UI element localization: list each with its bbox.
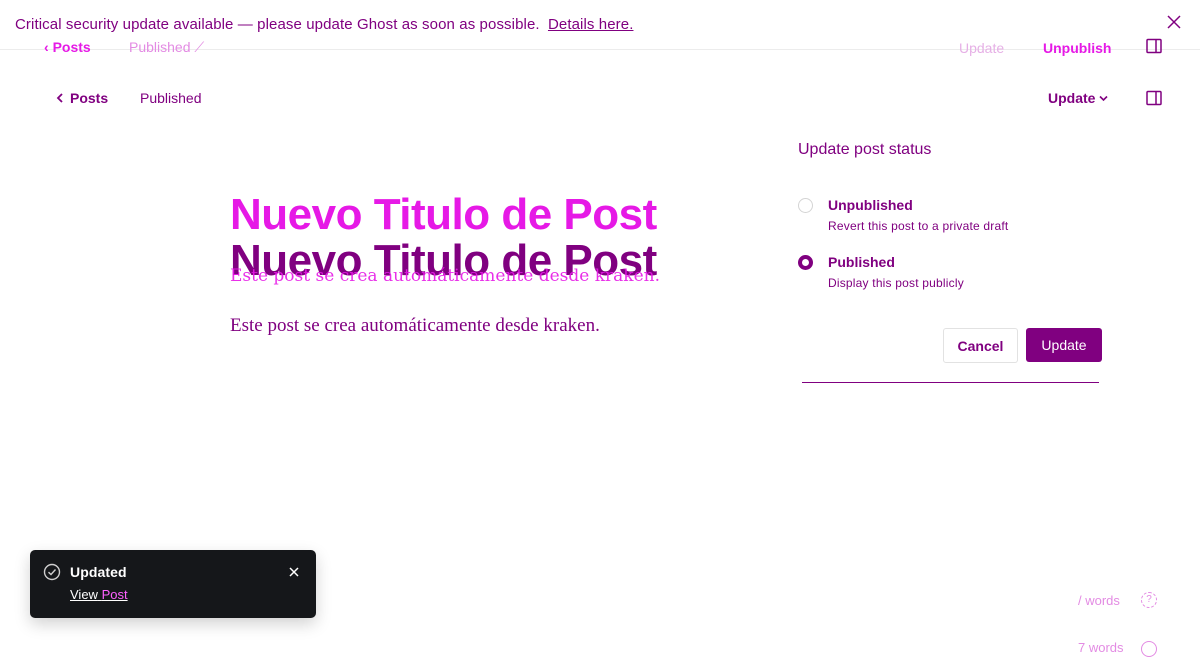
radio-unpublished[interactable]	[798, 198, 813, 213]
post-status-label: Published	[140, 90, 202, 106]
toast-title: Updated	[70, 564, 127, 580]
check-circle-icon	[43, 563, 61, 581]
post-body[interactable]: Este post se crea automáticamente desde …	[230, 315, 600, 337]
banner-text: Critical security update available — ple…	[15, 16, 540, 33]
back-to-posts-link[interactable]: Posts	[56, 90, 108, 106]
view-post-link[interactable]: View Post	[70, 587, 128, 602]
update-menu-button[interactable]: Update	[1048, 90, 1109, 106]
ghost-sidebar-toggle-icon	[1146, 38, 1162, 54]
toast-notification: Updated View Post	[30, 550, 316, 618]
ghost-unpublish-label: Unpublish	[1043, 40, 1112, 56]
ghost-post-body: Este post se crea automáticamente desde …	[230, 266, 660, 286]
cancel-button[interactable]: Cancel	[943, 328, 1018, 363]
editor-header: Posts Published Update	[0, 89, 1200, 109]
ghost-back-link: ‹ Posts	[44, 39, 91, 55]
back-label: Posts	[70, 90, 109, 106]
ghost-update-label: Update	[959, 40, 1005, 56]
view-post-link-part1: View	[70, 587, 98, 602]
ghost-back-label: Posts	[52, 39, 91, 55]
close-icon[interactable]	[288, 566, 300, 578]
view-post-link-part2: Post	[101, 587, 128, 602]
update-menu-label: Update	[1048, 90, 1096, 106]
radio-published[interactable]	[798, 255, 813, 270]
sidebar-toggle-icon[interactable]	[1146, 90, 1162, 106]
ghost-post-title: Nuevo Titulo de Post	[230, 190, 657, 239]
chevron-left-icon	[56, 93, 63, 103]
option-label: Published	[828, 254, 895, 270]
chevron-down-icon	[1099, 95, 1109, 101]
panel-heading: Update post status	[798, 141, 932, 158]
ghost-status: Published ⟋	[129, 39, 204, 56]
word-count: / words	[1078, 593, 1120, 608]
ghost-help-icon	[1141, 641, 1157, 657]
update-button[interactable]: Update	[1026, 328, 1102, 362]
chevron-left-icon: ‹	[44, 39, 49, 55]
option-description: Revert this post to a private draft	[828, 219, 1009, 233]
banner-details-link[interactable]: Details here.	[548, 16, 634, 33]
option-label: Unpublished	[828, 197, 913, 213]
close-icon[interactable]	[1166, 14, 1182, 30]
ghost-header-row: ‹ Posts Published ⟋ Update Unpublish	[0, 38, 1200, 58]
ghost-status-label: Published	[129, 39, 191, 55]
option-description: Display this post publicly	[828, 276, 964, 290]
help-icon[interactable]: ?	[1141, 592, 1157, 608]
banner-message: Critical security update available — ple…	[15, 16, 633, 33]
divider	[802, 382, 1099, 383]
pencil-icon: ⟋	[194, 39, 205, 55]
